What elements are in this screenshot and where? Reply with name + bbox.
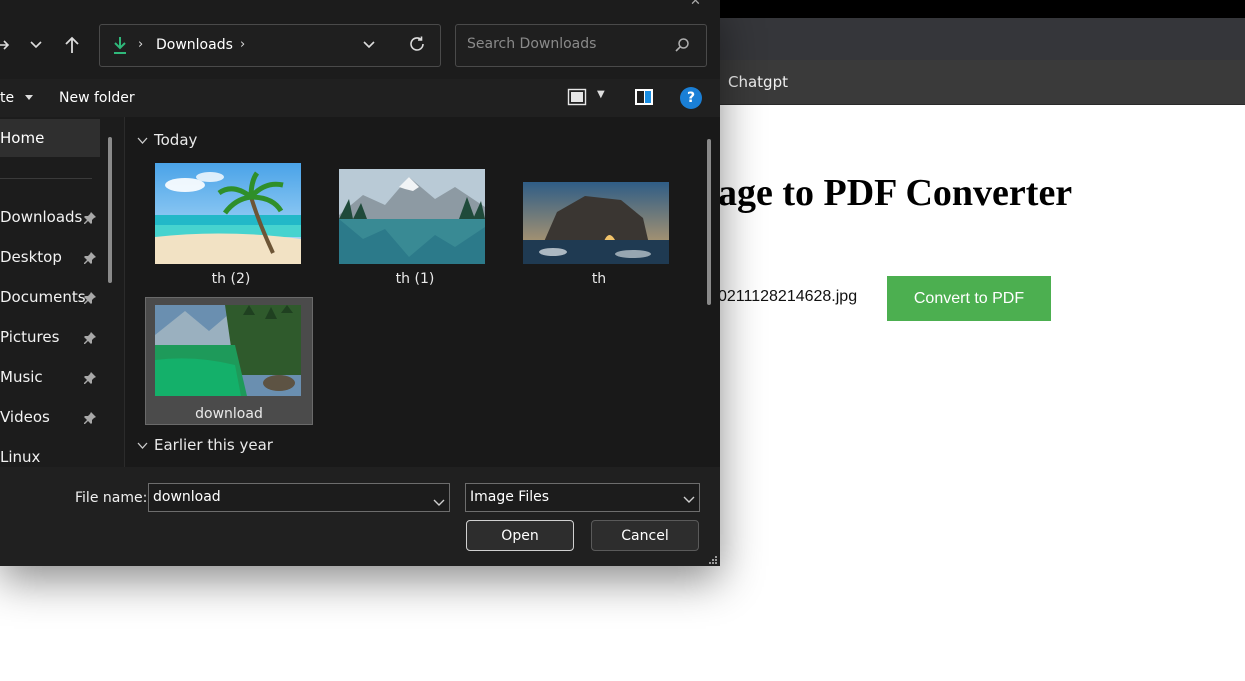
address-bar[interactable]: › Downloads › <box>99 24 441 67</box>
breadcrumb-downloads[interactable]: Downloads <box>156 37 233 53</box>
navigation-row: › Downloads › <box>0 22 720 70</box>
chevron-down-icon[interactable] <box>433 492 445 511</box>
sidebar-item-label: Linux <box>0 448 41 466</box>
collapse-chevron-icon <box>137 131 148 149</box>
sidebar-item-home[interactable]: Home <box>0 119 100 157</box>
file-tile[interactable]: th <box>515 159 683 287</box>
convert-to-pdf-button[interactable]: Convert to PDF <box>887 276 1051 321</box>
help-icon[interactable]: ? <box>680 87 702 109</box>
sidebar-scrollbar[interactable] <box>108 137 112 283</box>
file-type-value: Image Files <box>470 489 550 505</box>
group-header-today[interactable]: Today <box>137 131 197 149</box>
file-name-label: File name: <box>75 490 148 506</box>
sidebar-item-pictures[interactable]: Pictures <box>0 323 100 353</box>
sidebar-item-label: Home <box>0 129 45 147</box>
selected-file-name: 0211128214628.jpg <box>718 288 858 305</box>
sidebar-item-desktop[interactable]: Desktop <box>0 243 100 273</box>
sidebar-item-videos[interactable]: Videos <box>0 403 100 433</box>
file-open-dialog: ✕ › Downloads › Search Downloads te New … <box>0 0 720 566</box>
open-button[interactable]: Open <box>466 520 574 551</box>
file-name-input[interactable] <box>153 489 423 505</box>
file-tile-selected[interactable]: download <box>145 297 313 425</box>
page-title: age to PDF Converter <box>718 172 1073 214</box>
view-caret-down-icon[interactable]: ▼ <box>597 89 605 100</box>
pin-icon[interactable] <box>83 211 97 225</box>
collapse-chevron-icon <box>137 436 148 454</box>
pin-icon[interactable] <box>83 291 97 305</box>
sidebar-item-label: Downloads <box>0 208 83 226</box>
sidebar-item-label: Pictures <box>0 328 60 346</box>
file-name: th <box>591 271 607 287</box>
refresh-icon[interactable] <box>408 35 426 57</box>
file-type-select[interactable]: Image Files <box>465 483 700 512</box>
sidebar-divider <box>0 178 92 179</box>
address-dropdown-chevron-down-icon[interactable] <box>362 36 376 58</box>
file-tile[interactable]: th (1) <box>331 159 499 287</box>
breadcrumb-chevron-icon: › <box>138 37 144 52</box>
search-input[interactable] <box>465 35 669 53</box>
sidebar-item-music[interactable]: Music <box>0 363 100 393</box>
pin-icon[interactable] <box>83 371 97 385</box>
file-name: th (1) <box>395 271 435 287</box>
view-options-icon[interactable] <box>567 88 587 110</box>
sidebar-item-label: Documents <box>0 288 86 306</box>
green-lake-thumbnail <box>155 305 301 396</box>
command-bar: te New folder ▼ ? <box>0 79 720 117</box>
file-name-combobox[interactable] <box>148 483 450 512</box>
organize-label: te <box>0 90 15 106</box>
sidebar-item-downloads[interactable]: Downloads <box>0 203 100 233</box>
beach-palm-thumbnail <box>155 163 301 264</box>
group-label: Today <box>154 131 198 149</box>
up-arrow-icon[interactable] <box>60 31 84 59</box>
sidebar-item-documents[interactable]: Documents <box>0 283 100 313</box>
recent-locations-chevron-down-icon[interactable] <box>24 31 48 59</box>
cancel-button[interactable]: Cancel <box>591 520 699 551</box>
file-name: download <box>195 406 263 422</box>
chevron-down-icon[interactable] <box>683 492 695 508</box>
file-list: Today th (2) th (1) th download Earlier … <box>125 117 720 467</box>
breadcrumb-chevron-icon[interactable]: › <box>240 37 245 52</box>
mountain-lake-thumbnail <box>339 169 485 264</box>
close-icon[interactable]: ✕ <box>690 0 701 9</box>
group-header-earlier-this-year[interactable]: Earlier this year <box>137 436 273 454</box>
sidebar-item-label: Desktop <box>0 248 62 266</box>
new-folder-button[interactable]: New folder <box>59 90 135 106</box>
download-arrow-icon <box>112 35 128 59</box>
search-box[interactable] <box>455 24 707 67</box>
dialog-footer: File name: Image Files Open Cancel <box>0 467 720 566</box>
file-name: th (2) <box>211 271 251 287</box>
forward-icon[interactable] <box>0 31 16 59</box>
file-list-scrollbar[interactable] <box>707 139 711 305</box>
pin-icon[interactable] <box>83 331 97 345</box>
group-label: Earlier this year <box>154 436 273 454</box>
rock-arch-thumbnail <box>523 182 669 264</box>
file-tile[interactable]: th (2) <box>147 159 315 287</box>
navigation-pane: Home Downloads Desktop Documents Pictures Mu… <box>0 117 125 467</box>
pin-icon[interactable] <box>83 251 97 265</box>
preview-pane-icon[interactable] <box>634 88 654 110</box>
sidebar-item-label: Videos <box>0 408 50 426</box>
caret-down-icon <box>24 95 33 100</box>
search-icon[interactable] <box>674 37 690 57</box>
bookmark-chatgpt[interactable]: Chatgpt <box>728 73 788 91</box>
resize-grip-icon[interactable] <box>706 555 718 566</box>
pin-icon[interactable] <box>83 411 97 425</box>
sidebar-item-label: Music <box>0 368 43 386</box>
organize-menu-button[interactable]: te <box>0 90 33 106</box>
